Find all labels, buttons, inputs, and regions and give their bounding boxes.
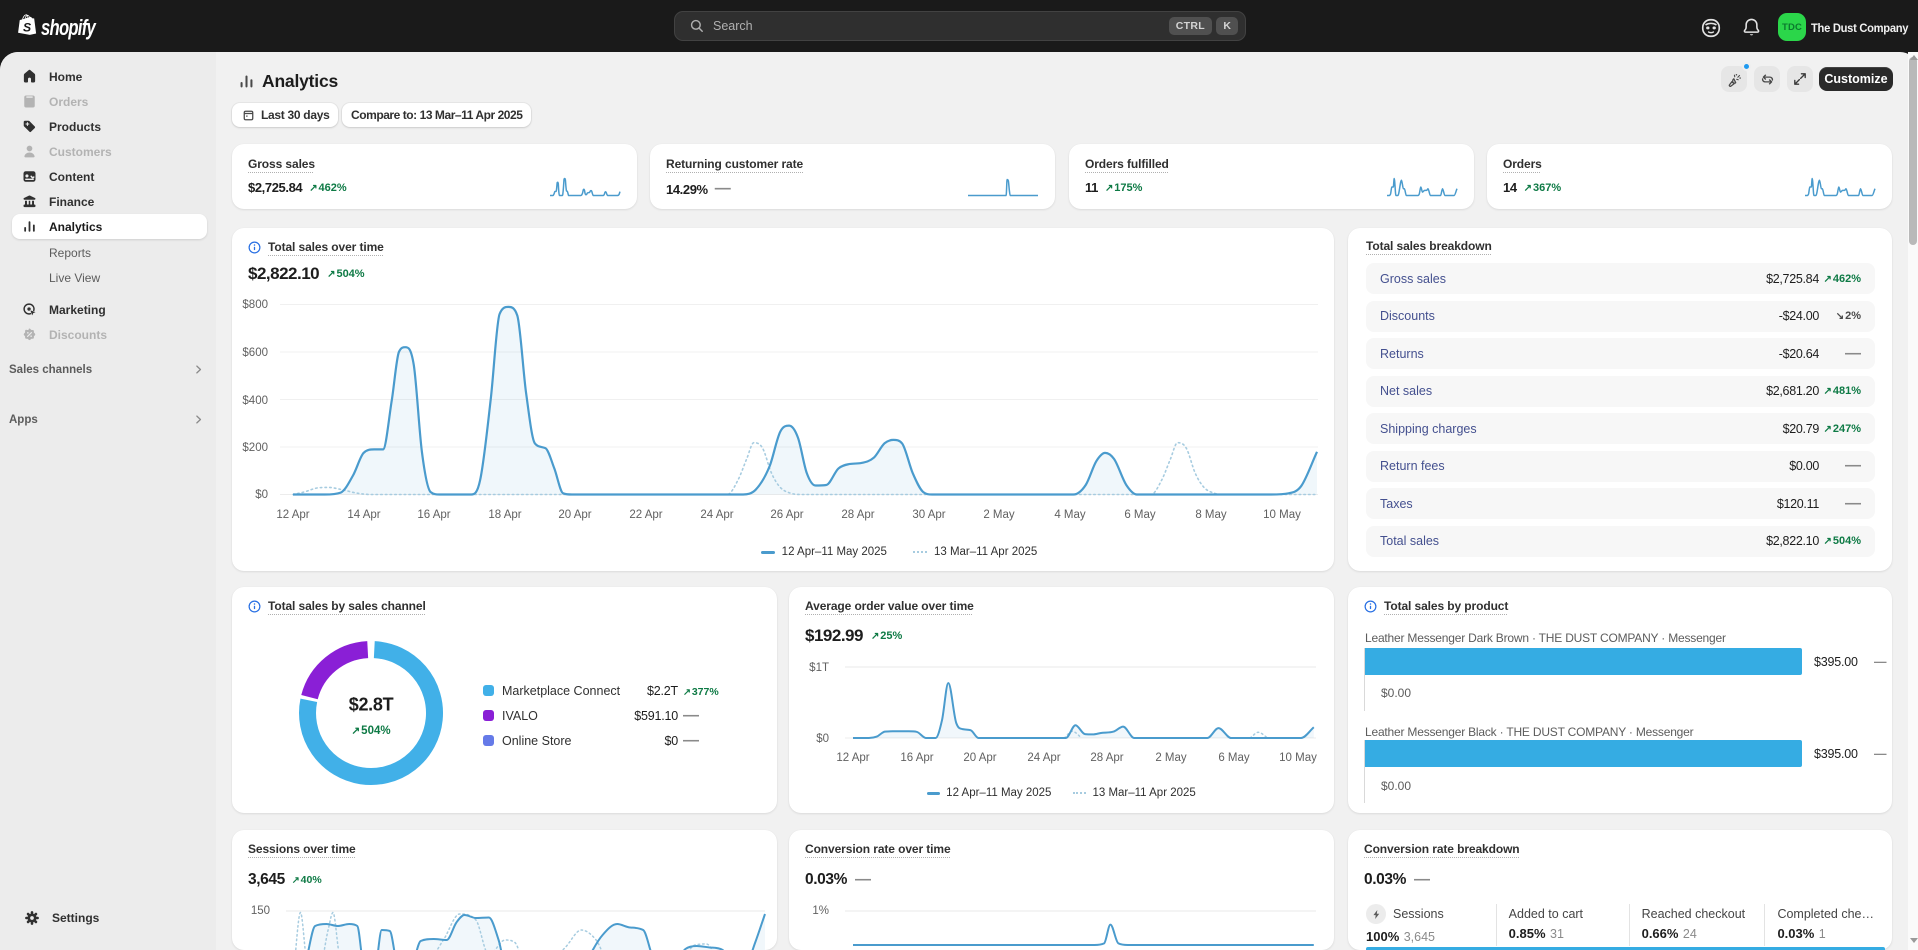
svg-text:S: S <box>23 20 32 34</box>
svg-text:22 Apr: 22 Apr <box>629 509 662 521</box>
svg-text:$400: $400 <box>242 395 268 407</box>
svg-text:20 Apr: 20 Apr <box>963 752 996 764</box>
svg-text:8 May: 8 May <box>1195 509 1227 521</box>
svg-text:2 May: 2 May <box>983 509 1015 521</box>
svg-text:16 Apr: 16 Apr <box>417 509 450 521</box>
svg-text:14 Apr: 14 Apr <box>347 509 380 521</box>
svg-text:24 Apr: 24 Apr <box>1027 752 1060 764</box>
svg-text:10 May: 10 May <box>1263 509 1301 521</box>
svg-text:28 Apr: 28 Apr <box>841 509 874 521</box>
svg-text:$0: $0 <box>255 489 268 501</box>
svg-text:1%: 1% <box>812 905 829 917</box>
svg-text:26 Apr: 26 Apr <box>770 509 803 521</box>
svg-text:10 May: 10 May <box>1279 752 1317 764</box>
svg-text:$200: $200 <box>242 442 268 454</box>
svg-text:6 May: 6 May <box>1218 752 1250 764</box>
svg-text:6 May: 6 May <box>1124 509 1156 521</box>
svg-text:28 Apr: 28 Apr <box>1090 752 1123 764</box>
svg-text:20 Apr: 20 Apr <box>558 509 591 521</box>
svg-text:18 Apr: 18 Apr <box>488 509 521 521</box>
svg-text:2 May: 2 May <box>1155 752 1187 764</box>
svg-text:24 Apr: 24 Apr <box>700 509 733 521</box>
svg-text:4 May: 4 May <box>1054 509 1086 521</box>
svg-text:$600: $600 <box>242 347 268 359</box>
svg-text:$800: $800 <box>242 299 268 311</box>
svg-text:30 Apr: 30 Apr <box>912 509 945 521</box>
svg-text:150: 150 <box>251 905 270 917</box>
svg-text:12 Apr: 12 Apr <box>276 509 309 521</box>
svg-text:12 Apr: 12 Apr <box>836 752 869 764</box>
svg-text:16 Apr: 16 Apr <box>900 752 933 764</box>
